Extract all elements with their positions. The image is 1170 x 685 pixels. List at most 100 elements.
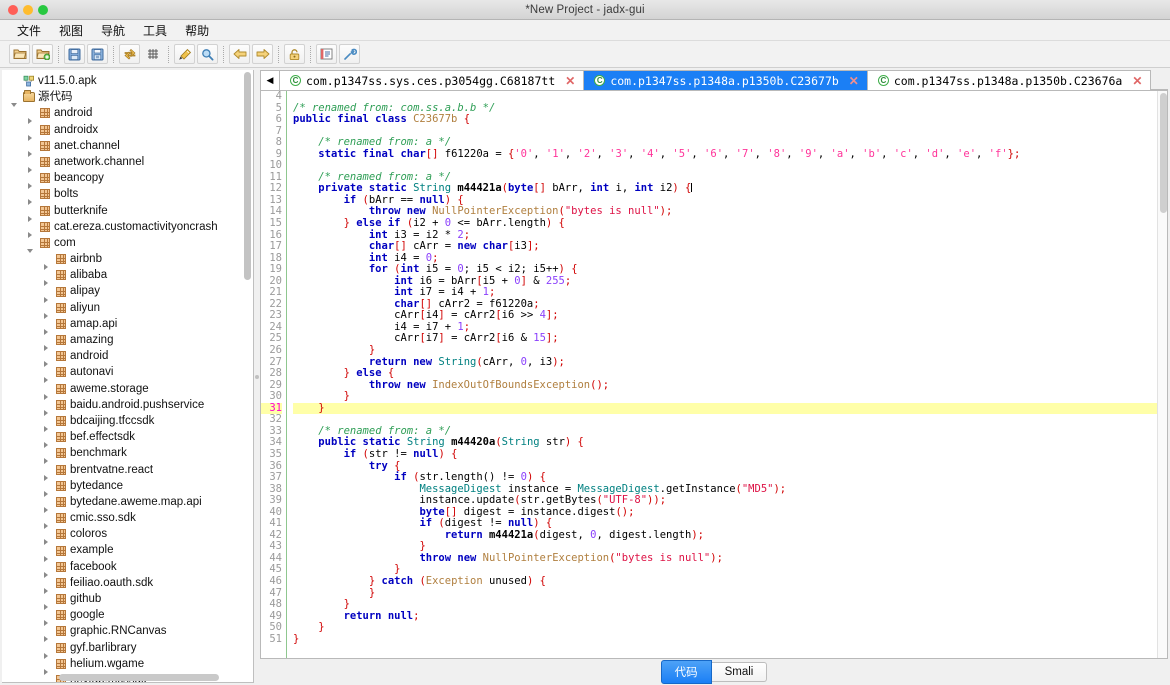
menu-view[interactable]: 视图 xyxy=(50,20,92,41)
code-line[interactable]: if (str != null) { xyxy=(293,448,1167,461)
tree-node-com-bef.effectsdk[interactable]: bef.effectsdk xyxy=(2,429,253,449)
open-file-button[interactable] xyxy=(9,44,30,64)
close-icon[interactable]: ✕ xyxy=(844,75,859,87)
code-line[interactable]: return null; xyxy=(293,610,1167,623)
tree-node-com-android[interactable]: android xyxy=(2,348,253,368)
tree-node-com-aliyun[interactable]: aliyun xyxy=(2,300,253,319)
search-class-button[interactable] xyxy=(174,44,195,64)
tree-node-com-alipay[interactable]: alipay xyxy=(2,283,253,303)
tree-node-anet.channel[interactable]: anet.channel xyxy=(2,138,253,157)
tree-node-androidx[interactable]: androidx xyxy=(2,122,253,141)
code-line[interactable]: } xyxy=(293,587,1167,600)
code-line[interactable]: throw new NullPointerException("bytes is… xyxy=(293,552,1167,565)
tree-node-com-gyf.barlibrary[interactable]: gyf.barlibrary xyxy=(2,640,253,659)
bottom-tab-code[interactable]: 代码 xyxy=(660,660,712,684)
tree-node-com-autonavi[interactable]: autonavi xyxy=(2,364,253,384)
tree-node-com-graphic.RNCanvas[interactable]: graphic.RNCanvas xyxy=(2,623,253,643)
tree-node-com-example[interactable]: example xyxy=(2,542,253,562)
tree-node-com-bdcaijing.tfccsdk[interactable]: bdcaijing.tfccsdk xyxy=(2,413,253,433)
preferences-button[interactable] xyxy=(339,44,360,64)
save-all-button[interactable] xyxy=(87,44,108,64)
reload-button[interactable] xyxy=(119,44,140,64)
maximize-window-button[interactable] xyxy=(38,4,48,15)
tree-node-com-aweme.storage[interactable]: aweme.storage xyxy=(2,381,253,400)
code-line[interactable]: cArr[i7] = cArr2[i6 & 15]; xyxy=(293,333,1167,345)
tree-node-com-github[interactable]: github xyxy=(2,591,253,611)
tree-node-com-benchmark[interactable]: benchmark xyxy=(2,445,253,465)
tree-item-label: bytedane.aweme.map.api xyxy=(70,495,202,508)
code-vertical-scroll-thumb[interactable] xyxy=(1159,93,1167,213)
code-text[interactable]: /* renamed from: com.ss.a.b.b */public f… xyxy=(287,91,1167,658)
sidebar-horizontal-scrollbar[interactable] xyxy=(4,673,241,682)
bottom-tab-smali[interactable]: Smali xyxy=(711,662,768,682)
tree-node-com[interactable]: com xyxy=(2,235,253,253)
tree-node-com-facebook[interactable]: facebook xyxy=(2,559,253,578)
tree-node-com-alibaba[interactable]: alibaba xyxy=(2,267,253,287)
tree-node-beancopy[interactable]: beancopy xyxy=(2,170,253,190)
tree-item-label: cmic.sso.sdk xyxy=(70,512,136,525)
close-icon[interactable]: ✕ xyxy=(1127,75,1142,87)
tab-scroll-left-button[interactable]: ◀ xyxy=(260,70,280,90)
editor-tab-0[interactable]: Ccom.p1347ss.sys.ces.p3054gg.C68187tt ✕ xyxy=(280,70,585,90)
code-viewer[interactable]: 4 5 6 7 8 9 10 11 12 13 14 15 16 17 18 19 20 21 22 23 24 25 26… xyxy=(260,91,1168,659)
code-line[interactable]: public final class C23677b { xyxy=(293,113,1167,126)
source-tree[interactable]: v11.5.0.apk 源代码 android androidx anet.channe… xyxy=(2,70,253,682)
tree-node-android[interactable]: android xyxy=(2,105,253,125)
tree-node-butterknife[interactable]: butterknife xyxy=(2,203,253,222)
code-line[interactable]: } xyxy=(293,390,1167,403)
back-button[interactable] xyxy=(229,44,250,64)
tree-node-com-baidu.android.pushservice[interactable]: baidu.android.pushservice xyxy=(2,397,253,416)
flatten-packages-button[interactable] xyxy=(142,44,163,64)
deobfuscation-button[interactable] xyxy=(284,44,305,64)
tree-node-com-brentvatne.react[interactable]: brentvatne.react xyxy=(2,462,253,481)
tree-node-com-cmic.sso.sdk[interactable]: cmic.sso.sdk xyxy=(2,510,253,530)
package-icon xyxy=(53,383,68,394)
menu-file[interactable]: 文件 xyxy=(8,20,50,41)
close-window-button[interactable] xyxy=(8,4,18,15)
tree-node-bolts[interactable]: bolts xyxy=(2,186,253,206)
toolbar-separator xyxy=(223,45,224,63)
tree-node-com-airbnb[interactable]: airbnb xyxy=(2,251,253,271)
window-controls[interactable] xyxy=(0,4,48,15)
minimize-window-button[interactable] xyxy=(23,4,33,15)
tree-node-com-amazing[interactable]: amazing xyxy=(2,332,253,352)
open-project-button[interactable] xyxy=(32,44,53,64)
code-line[interactable]: } xyxy=(293,621,1167,634)
menu-tools[interactable]: 工具 xyxy=(134,20,176,41)
save-button[interactable] xyxy=(64,44,85,64)
tree-node-com-amap.api[interactable]: amap.api xyxy=(2,316,253,335)
forward-button[interactable] xyxy=(252,44,273,64)
tree-node-com-coloros[interactable]: coloros xyxy=(2,526,253,546)
tree-item-label: graphic.RNCanvas xyxy=(70,625,167,638)
log-viewer-button[interactable] xyxy=(316,44,337,64)
menu-help[interactable]: 帮助 xyxy=(176,20,218,41)
code-line[interactable]: } xyxy=(293,598,1167,611)
tree-node-anetwork.channel[interactable]: anetwork.channel xyxy=(2,154,253,174)
sidebar-horizontal-scroll-thumb[interactable] xyxy=(59,674,219,681)
editor-tab-2[interactable]: Ccom.p1347ss.p1348a.p1350b.C23676a ✕ xyxy=(867,70,1152,90)
code-line[interactable]: } xyxy=(293,633,1167,646)
code-line[interactable]: return new String(cArr, 0, i3); xyxy=(293,356,1167,369)
tree-root-apk[interactable]: v11.5.0.apk xyxy=(2,73,253,89)
tree-node-com-google[interactable]: google xyxy=(2,607,253,627)
search-text-button[interactable] xyxy=(197,44,218,64)
tree-node-com-bytedane.aweme.map.api[interactable]: bytedane.aweme.map.api xyxy=(2,494,253,513)
editor-tab-1[interactable]: Ccom.p1347ss.p1348a.p1350b.C23677b ✕ xyxy=(584,70,868,90)
menu-navigation[interactable]: 导航 xyxy=(92,20,134,41)
open-file-icon xyxy=(12,48,27,60)
code-line[interactable]: } catch (Exception unused) { xyxy=(293,575,1167,588)
tree-node-com-feiliao.oauth.sdk[interactable]: feiliao.oauth.sdk xyxy=(2,575,253,594)
sidebar-vertical-scroll-thumb[interactable] xyxy=(244,72,251,280)
close-icon[interactable]: ✕ xyxy=(560,75,575,87)
sidebar-vertical-scrollbar[interactable] xyxy=(243,72,252,680)
code-scroll-region[interactable]: 4 5 6 7 8 9 10 11 12 13 14 15 16 17 18 19 20 21 22 23 24 25 26… xyxy=(261,91,1167,658)
tree-node-cat.ereza.customactivityoncrash[interactable]: cat.ereza.customactivityoncrash xyxy=(2,219,253,238)
tree-node-com-bytedance[interactable]: bytedance xyxy=(2,478,253,497)
code-line[interactable]: } xyxy=(293,402,1167,415)
code-line[interactable]: throw new IndexOutOfBoundsException(); xyxy=(293,379,1167,392)
splitter-grip[interactable] xyxy=(255,374,259,379)
tree-node-source-code[interactable]: 源代码 xyxy=(2,89,253,108)
code-line[interactable]: static final char[] f61220a = {'0', '1',… xyxy=(293,148,1167,161)
code-vertical-scrollbar[interactable] xyxy=(1157,91,1167,658)
tree-node-com-helium.wgame[interactable]: helium.wgame xyxy=(2,656,253,675)
